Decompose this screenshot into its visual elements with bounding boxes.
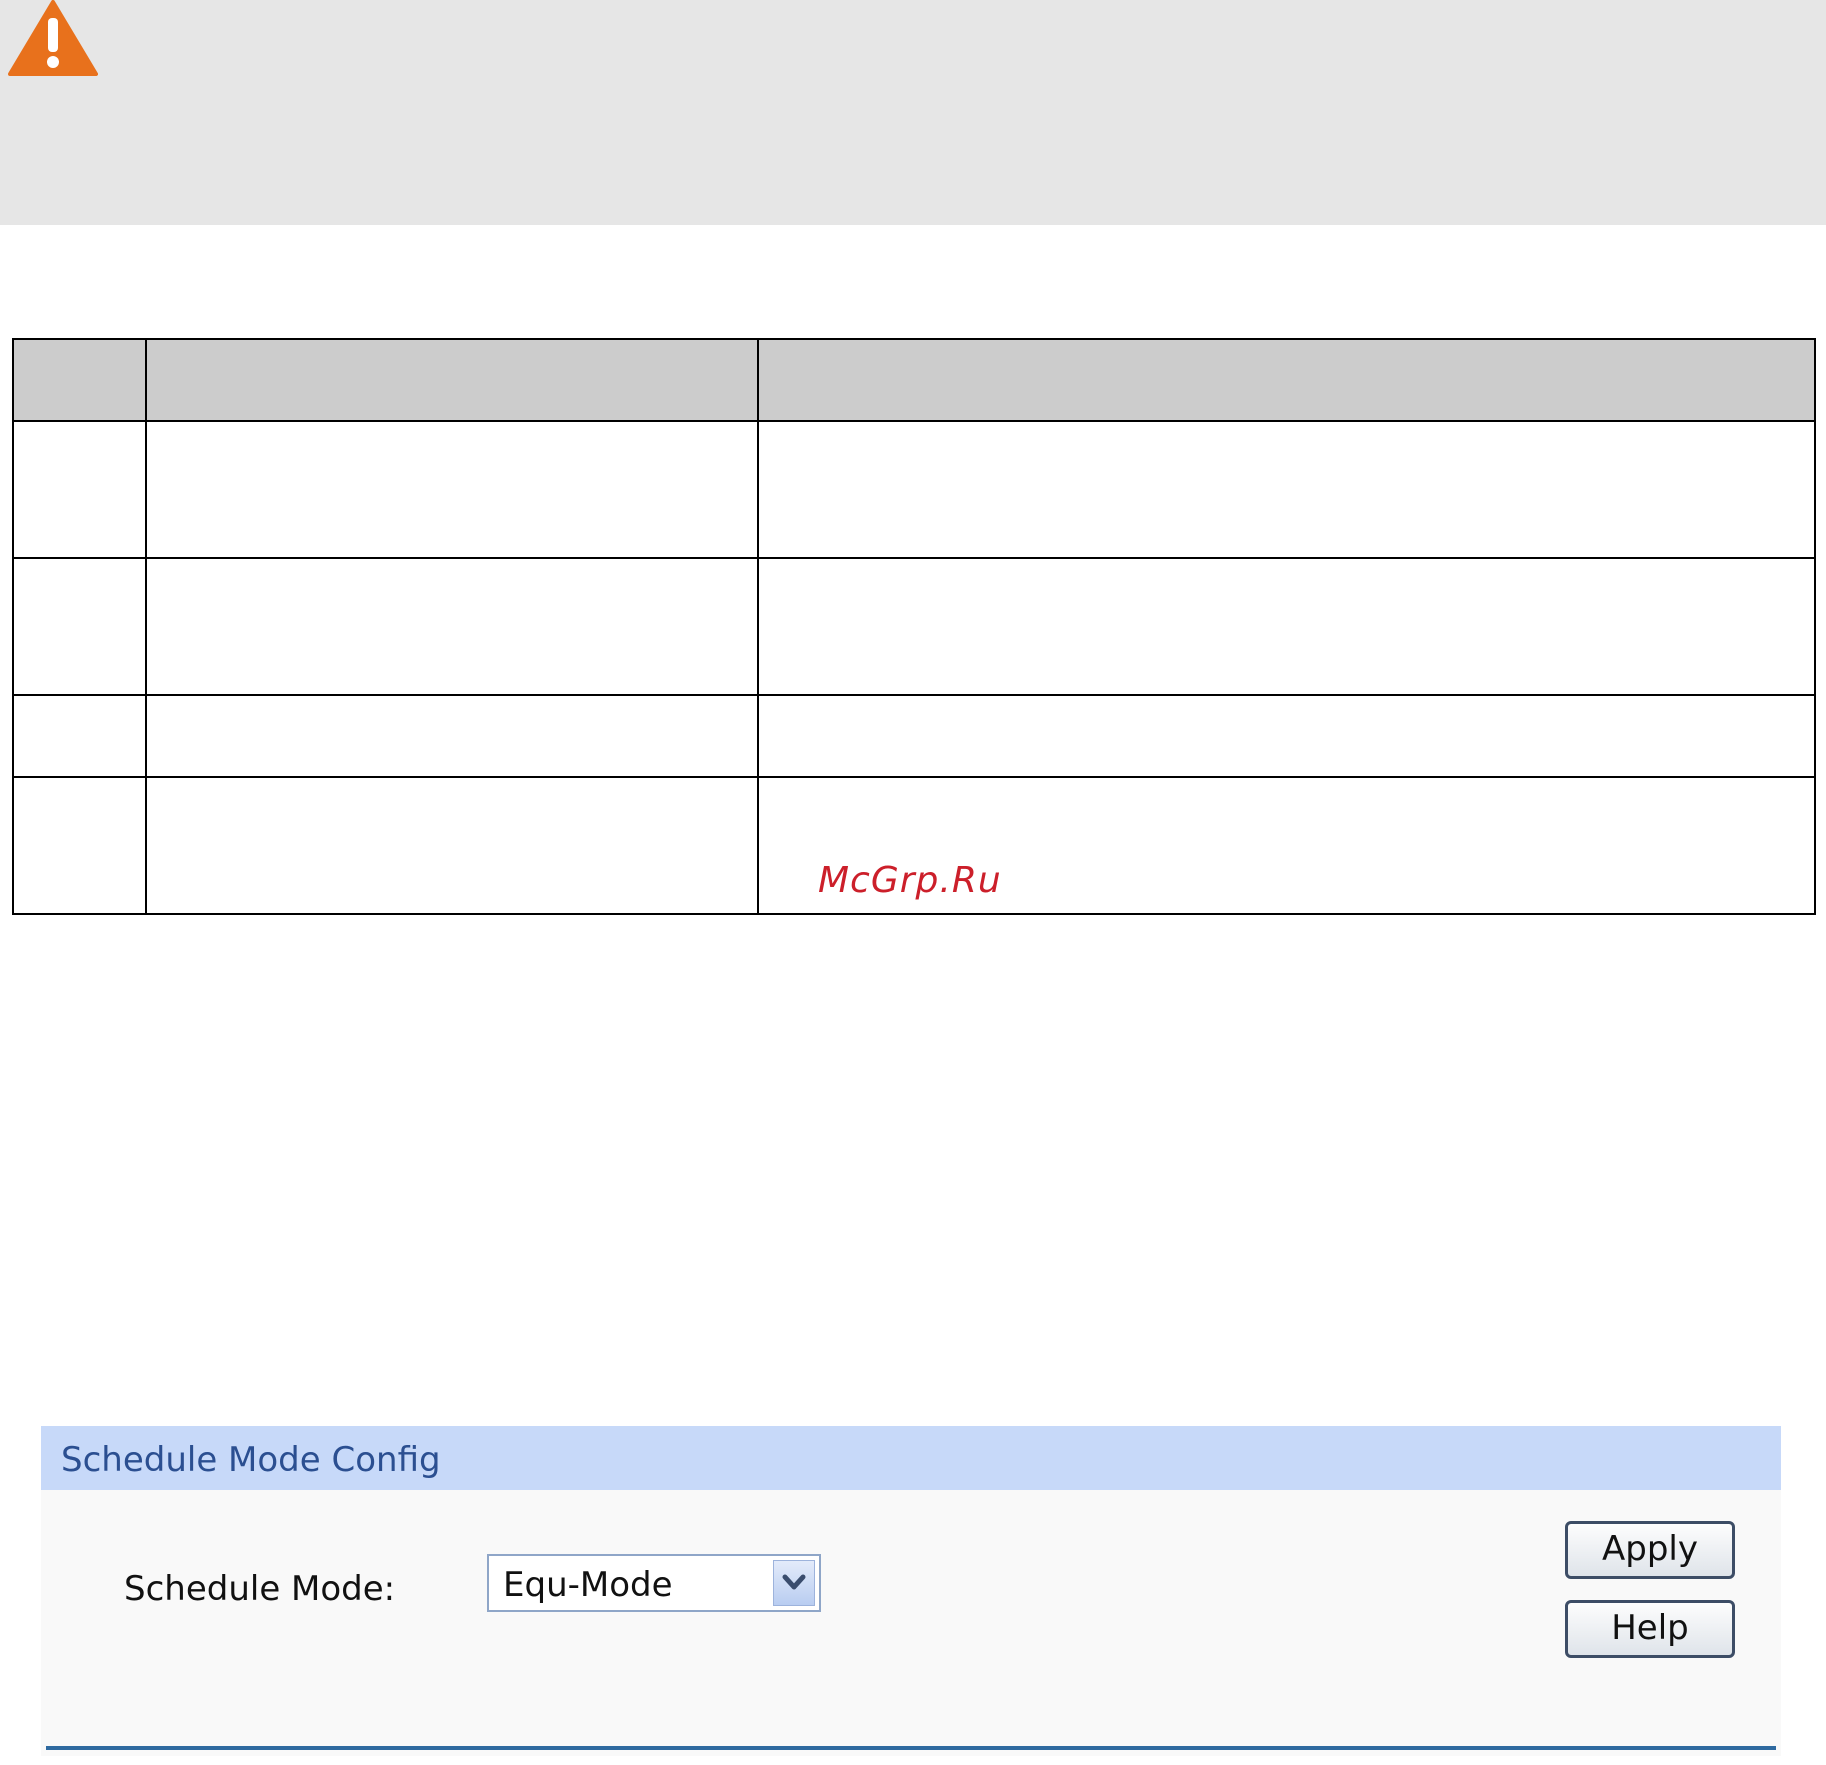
table-header-cell — [757, 338, 1816, 422]
parameter-table — [12, 338, 1816, 915]
chevron-down-icon — [782, 1574, 806, 1590]
schedule-mode-select[interactable]: Equ-Mode — [487, 1554, 821, 1612]
table-header-cell — [12, 338, 147, 422]
table-cell — [145, 776, 759, 915]
help-button[interactable]: Help — [1565, 1600, 1735, 1658]
table-cell — [757, 420, 1816, 559]
table-header-row — [12, 338, 1816, 422]
table-row — [12, 557, 1816, 696]
panel-divider — [46, 1746, 1776, 1750]
note-box — [0, 0, 1826, 225]
table-cell — [12, 557, 147, 696]
table-cell — [145, 420, 759, 559]
dropdown-button[interactable] — [773, 1560, 815, 1606]
table-cell — [757, 694, 1816, 778]
table-cell — [757, 557, 1816, 696]
table-header-cell — [145, 338, 759, 422]
watermark: McGrp.Ru — [818, 860, 1002, 901]
table-cell — [145, 694, 759, 778]
table-cell — [145, 557, 759, 696]
panel-header: Schedule Mode Config — [41, 1426, 1781, 1490]
warning-icon — [8, 0, 98, 76]
schedule-mode-value: Equ-Mode — [503, 1565, 673, 1605]
schedule-mode-label: Schedule Mode: — [124, 1569, 396, 1609]
table-row — [12, 420, 1816, 559]
schedule-mode-panel: Schedule Mode Config Schedule Mode: Equ-… — [41, 1426, 1781, 1756]
table-cell — [12, 420, 147, 559]
table-cell — [12, 694, 147, 778]
panel-title: Schedule Mode Config — [61, 1440, 441, 1480]
table-cell — [12, 776, 147, 915]
parameter-table-wrap — [12, 338, 1816, 915]
table-row — [12, 694, 1816, 778]
apply-button[interactable]: Apply — [1565, 1521, 1735, 1579]
